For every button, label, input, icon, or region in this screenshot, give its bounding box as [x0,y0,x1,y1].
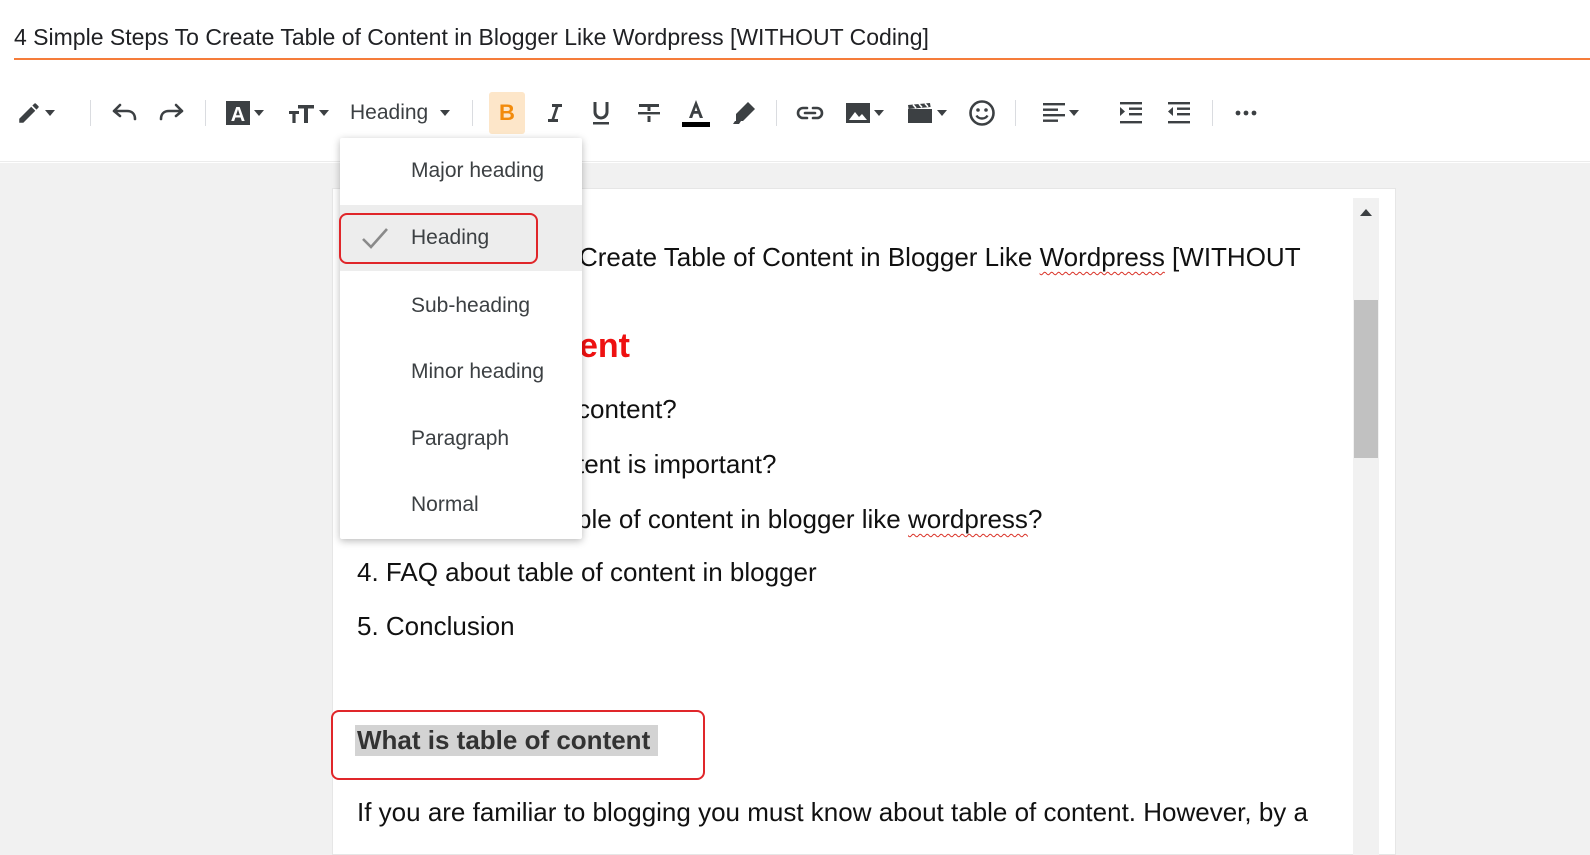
menu-item-normal[interactable]: Normal [340,472,582,538]
toolbar-divider [1212,100,1213,126]
text-color-icon [681,98,711,128]
chevron-down-icon [254,110,264,116]
insert-link-button[interactable] [794,92,826,134]
misspelled-word[interactable]: Wordpress [1040,242,1165,272]
post-title-input[interactable]: 4 Simple Steps To Create Table of Conten… [14,24,929,51]
highlight-icon [730,99,758,127]
link-icon [796,105,824,121]
italic-icon [544,101,564,125]
compose-mode-button[interactable] [16,92,55,134]
title-row: 4 Simple Steps To Create Table of Conten… [0,0,1590,62]
toolbar-divider [1015,100,1016,126]
underline-button[interactable] [587,92,615,134]
undo-button[interactable] [110,92,138,134]
chevron-down-icon [874,110,884,116]
toolbar-divider [472,100,473,126]
toolbar-divider [776,100,777,126]
menu-item-sub-heading[interactable]: Sub-heading [340,273,582,339]
toolbar-divider [205,100,206,126]
indent-increase-icon [1119,101,1143,125]
font-button[interactable]: A [225,92,264,134]
chevron-down-icon [45,110,55,116]
body-paragraph: If you are familiar to blogging you must… [357,797,1308,827]
toc-title: ent [579,327,630,365]
toc-item-3: ble of content in blogger like wordpress… [577,504,1043,534]
indent-decrease-icon [1167,101,1191,125]
menu-item-major-heading[interactable]: Major heading [340,138,582,204]
video-icon [906,101,934,125]
menu-item-minor-heading[interactable]: Minor heading [340,339,582,405]
scrollbar-thumb[interactable] [1354,300,1378,458]
redo-button[interactable] [158,92,186,134]
toc-item-1: content? [577,394,677,424]
font-icon: A [225,100,251,126]
highlight-button[interactable] [729,92,759,134]
insert-emoji-button[interactable] [966,92,998,134]
svg-text:A: A [231,104,245,126]
more-options-button[interactable] [1232,92,1260,134]
chevron-down-icon [1069,110,1079,116]
insert-image-button[interactable] [845,92,884,134]
title-underline [14,58,1590,60]
chevron-down-icon [440,110,451,116]
text-color-button[interactable] [680,92,712,134]
toc-item-5: 5. Conclusion [357,611,515,641]
pencil-icon [16,100,42,126]
indent-decrease-button[interactable] [1165,92,1193,134]
editor-toolbar: A Heading B [0,62,1590,162]
document-scrollbar[interactable] [1353,198,1379,855]
indent-increase-button[interactable] [1117,92,1145,134]
image-icon [845,101,871,125]
emoji-icon [968,99,996,127]
alignment-button[interactable] [1042,92,1079,134]
highlight-annotation-box [331,710,705,780]
toc-item-4: 4. FAQ about table of content in blogger [357,557,817,587]
strikethrough-icon [637,101,661,125]
menu-highlight-annotation-box [339,213,538,264]
chevron-down-icon [319,110,329,116]
scroll-up-arrow-icon[interactable] [1359,206,1373,218]
menu-item-paragraph[interactable]: Paragraph [340,406,582,472]
italic-button[interactable] [540,92,568,134]
align-icon [1042,101,1066,125]
underline-icon [590,100,612,126]
undo-icon [110,101,138,125]
heading-select-label: Heading [350,101,429,124]
toolbar-divider [90,100,91,126]
heading-dropdown-menu: Major heading Heading Sub-heading Minor … [340,138,582,539]
redo-icon [158,101,186,125]
insert-video-button[interactable] [906,92,947,134]
toc-item-2: tent is important? [577,449,777,479]
bold-icon: B [499,100,515,125]
font-size-icon [288,101,316,125]
strikethrough-button[interactable] [635,92,663,134]
more-icon [1235,110,1257,116]
bold-button[interactable]: B [489,92,525,134]
doc-title-line: Create Table of Content in Blogger Like … [579,242,1301,272]
chevron-down-icon [937,110,947,116]
font-size-button[interactable] [288,92,329,134]
heading-format-select[interactable]: Heading [350,92,451,134]
misspelled-word[interactable]: wordpress [908,504,1028,534]
